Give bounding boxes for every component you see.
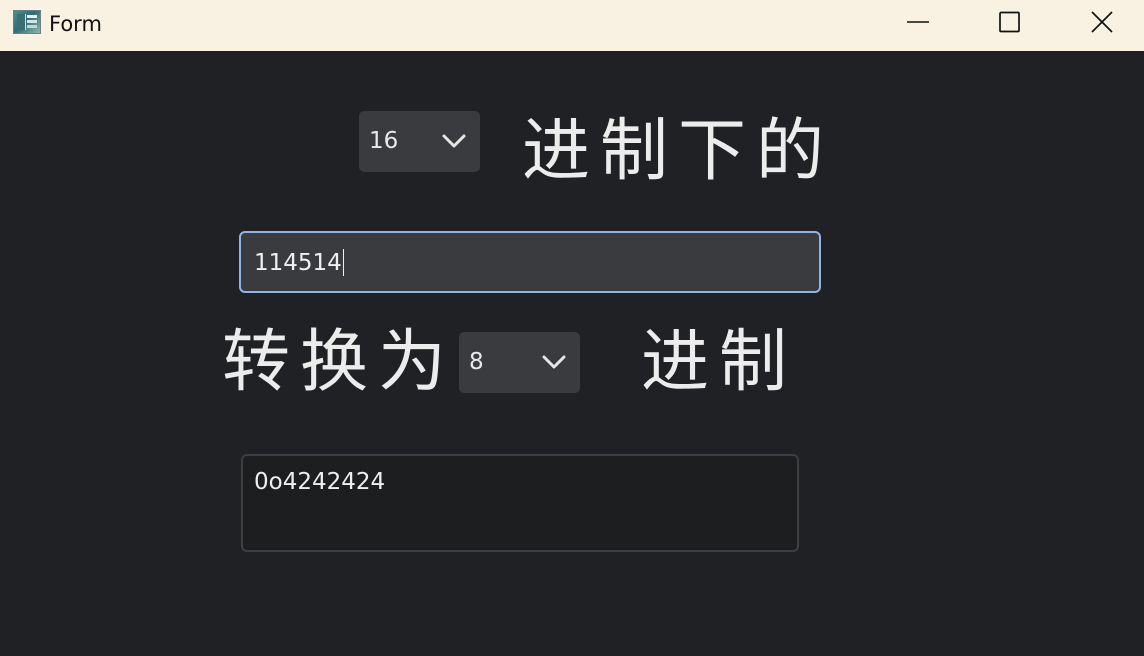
window-title: Form (49, 12, 102, 36)
close-icon (1091, 11, 1113, 33)
minimize-icon (907, 21, 929, 23)
result-output[interactable]: 0o4242424 (241, 454, 799, 552)
number-input[interactable]: 114514 (239, 231, 821, 293)
maximize-button[interactable] (986, 0, 1032, 44)
target-base-value: 8 (469, 349, 484, 375)
result-output-value: 0o4242424 (254, 469, 386, 495)
chevron-down-icon (442, 134, 466, 148)
target-suffix-label: 进制 (641, 323, 798, 402)
source-suffix-label: 进制下的 (522, 112, 835, 191)
target-base-dropdown[interactable]: 8 (459, 332, 580, 393)
convert-prefix-label: 转换为 (222, 323, 457, 402)
text-caret (342, 249, 344, 276)
close-button[interactable] (1079, 0, 1125, 44)
chevron-down-icon (542, 355, 566, 369)
number-input-value: 114514 (254, 249, 344, 276)
title-bar[interactable]: Form (0, 0, 1144, 51)
app-window-icon (13, 10, 41, 34)
app-window: Form 16 进制下的 114514 转换为 8 进制 0o4242424 (0, 0, 1144, 656)
source-base-value: 16 (369, 128, 399, 154)
minimize-button[interactable] (895, 0, 941, 44)
source-base-dropdown[interactable]: 16 (359, 111, 480, 172)
maximize-icon (999, 11, 1020, 33)
